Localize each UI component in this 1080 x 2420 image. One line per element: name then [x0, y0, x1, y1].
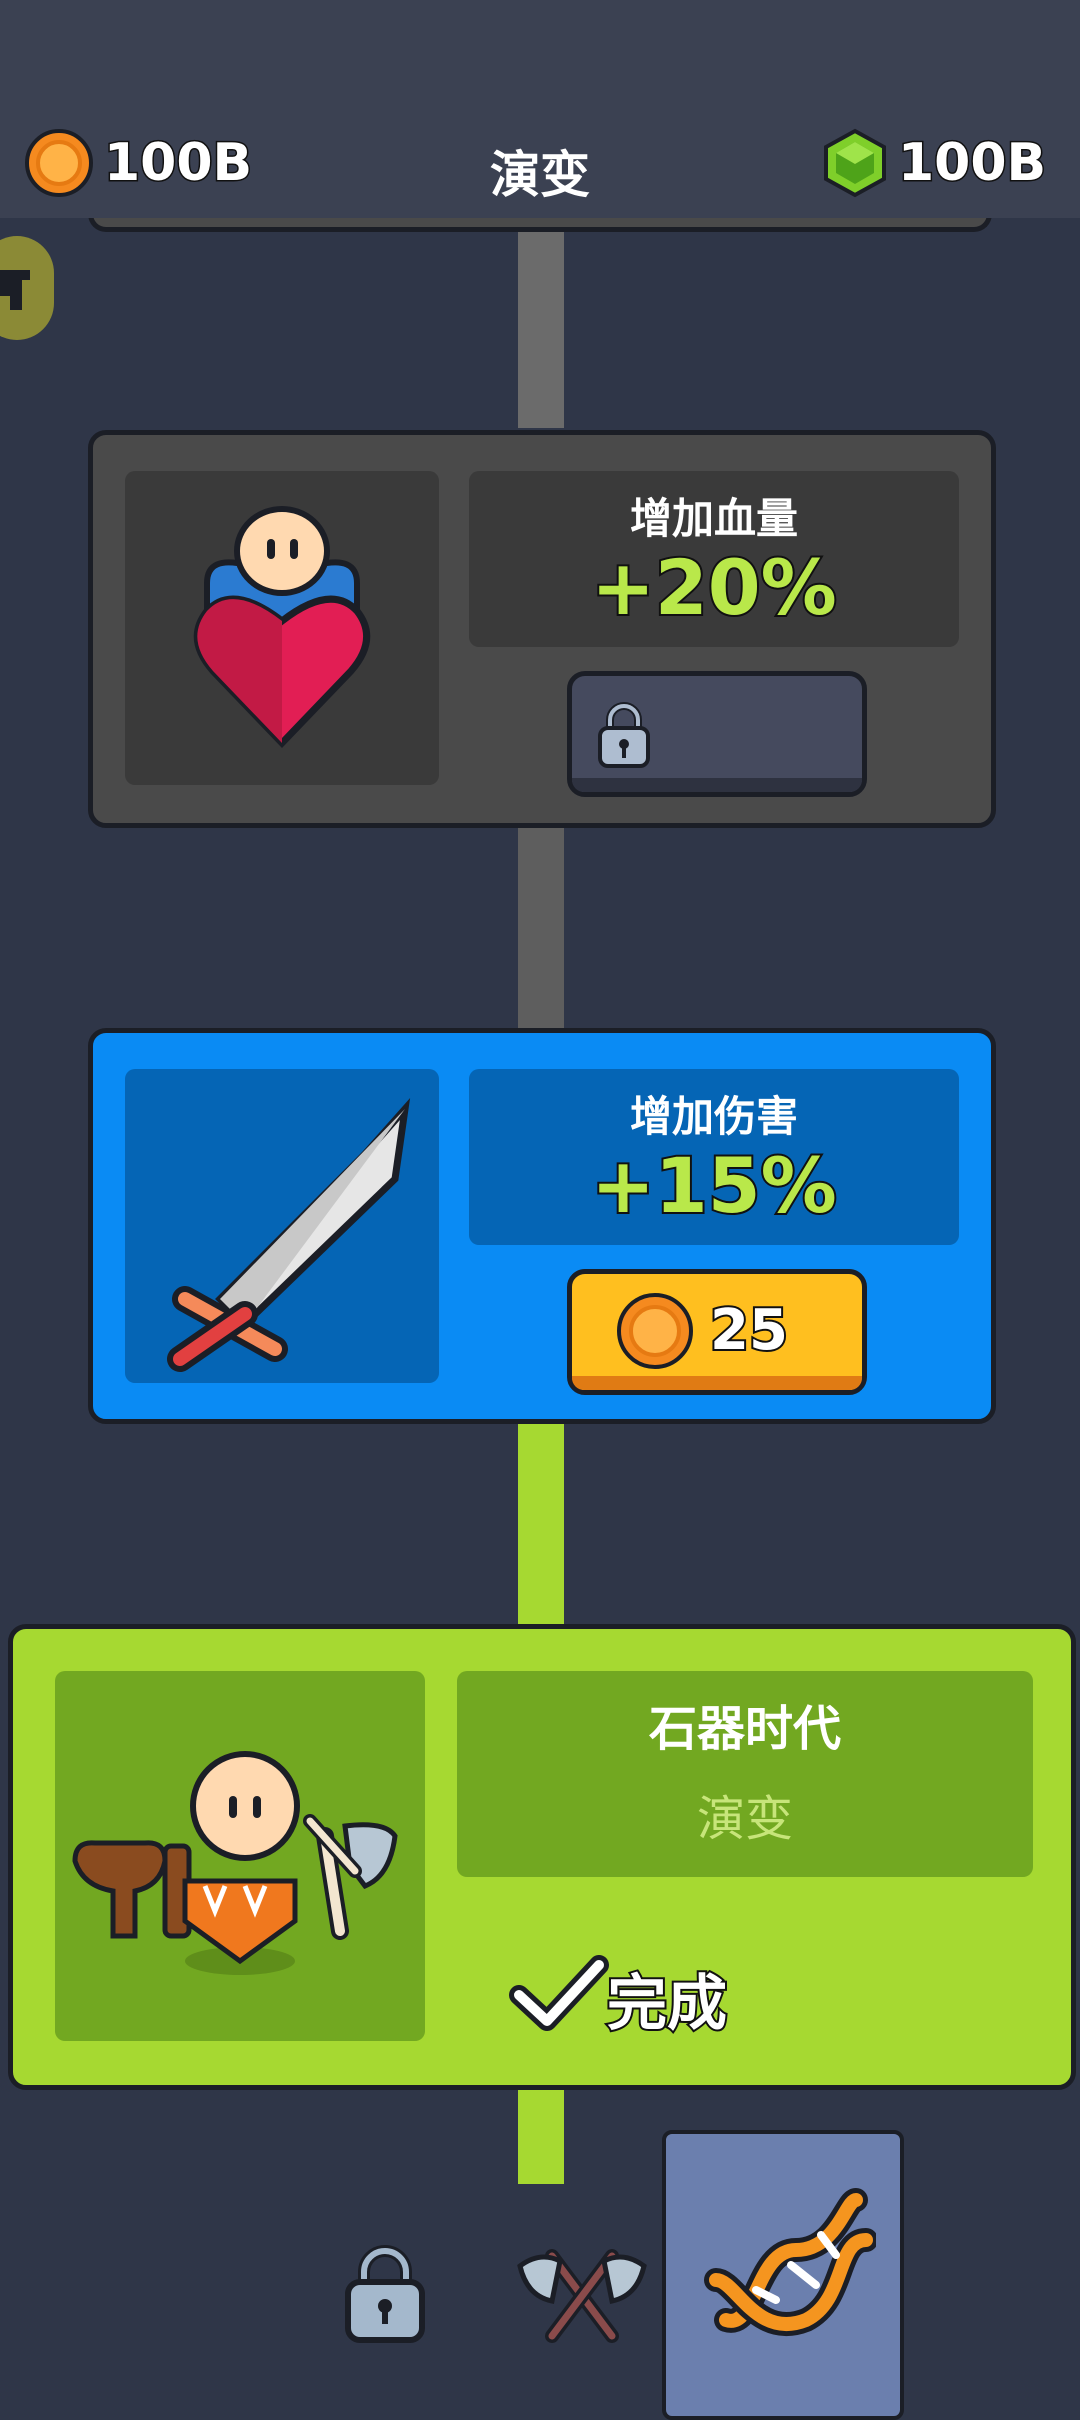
checkmark-icon [509, 1955, 609, 2031]
card-icon-panel [55, 1671, 425, 2041]
evolution-card-stone-age: 石器时代 演变 完成 [8, 1624, 1076, 2090]
cost-amount: 25 [708, 1296, 790, 1365]
tab-battle[interactable] [512, 2236, 652, 2346]
dna-icon [704, 2188, 876, 2336]
path-connector-grey [518, 826, 564, 1032]
card-icon-panel [125, 1069, 439, 1383]
era-label: 石器时代 [648, 1701, 841, 1757]
card-icon-panel [125, 471, 439, 785]
completed-label: 完成 [605, 1967, 729, 2041]
green-gem-icon [824, 128, 886, 198]
completed-status: 完成 [509, 1951, 809, 2041]
tab-evolution[interactable] [662, 2130, 904, 2420]
coin-icon [617, 1293, 693, 1369]
upgrade-card-health: 增加血量 +20% [88, 430, 996, 828]
lock-icon [345, 2245, 425, 2343]
card-info-panel: 增加伤害 +15% [469, 1069, 959, 1245]
path-connector-green [518, 1418, 564, 1628]
locked-button[interactable] [567, 671, 867, 797]
upgrade-label: 增加血量 [629, 494, 798, 543]
era-subtitle: 演变 [696, 1791, 793, 1847]
side-quest-badge[interactable] [0, 236, 54, 340]
sword-icon [167, 1097, 411, 1372]
lock-icon [598, 702, 650, 768]
scroll-icon [0, 270, 30, 310]
upgrade-value: +20% [589, 541, 839, 634]
top-bar: 100B 演变 100B [0, 0, 1080, 218]
card-info-panel: 增加血量 +20% [469, 471, 959, 647]
path-connector-top [518, 218, 564, 428]
path-connector-bottom [518, 2088, 564, 2184]
tab-locked[interactable] [330, 2236, 440, 2346]
crossed-axes-icon [517, 2249, 647, 2343]
caveman-icon [72, 1751, 398, 1975]
upgrade-label: 增加伤害 [629, 1092, 798, 1141]
heart-character-icon [193, 506, 371, 749]
card-info-panel: 石器时代 演变 [457, 1671, 1033, 1877]
upgrade-value: +15% [589, 1139, 839, 1232]
upgrade-card-damage: 增加伤害 +15% 25 [88, 1028, 996, 1424]
gem-balance: 100B [822, 128, 1048, 198]
gem-amount: 100B [896, 132, 1047, 195]
buy-button[interactable]: 25 [567, 1269, 867, 1395]
